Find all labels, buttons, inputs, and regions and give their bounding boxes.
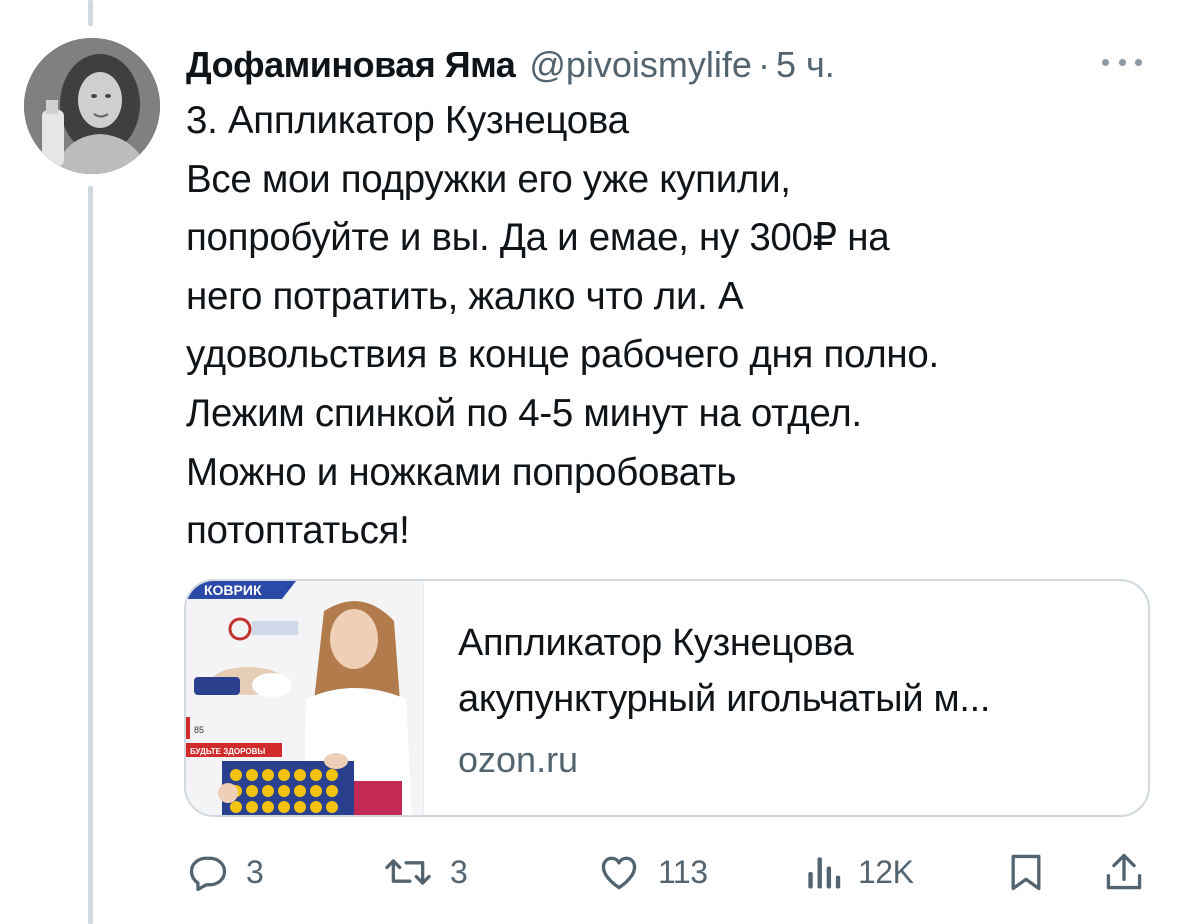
link-card[interactable]: КОВРИК 85 БУДЬТЕ ЗДОРОВЫ Аппликатор Кузн… [184,579,1150,817]
image-badge-count: 85 [194,725,204,735]
more-dot [1135,58,1142,66]
image-caption-top: КОВРИК [204,582,262,598]
link-card-info: Аппликатор Кузнецова акупунктурный иголь… [458,615,1138,793]
tweet-line: потоптаться! [186,509,410,553]
separator-dot: · [757,44,770,85]
repost-count: 3 [450,853,468,890]
tweet-line: него потратить, жалко что ли. А [186,274,744,318]
more-icon[interactable] [1096,44,1148,80]
action-bar: 3 3 113 12K [186,840,1150,904]
author-handle[interactable]: @pivoismylife [529,44,752,86]
avatar[interactable] [24,38,160,174]
tweet-text: 3. Аппликатор Кузнецова Все мои подружки… [186,92,1146,561]
tweet-line: Можно и ножками попробовать [186,450,737,494]
bookmark-icon [1011,854,1041,891]
mat-spikes [230,769,338,813]
thread-line-bottom [88,186,93,924]
link-card-description: акупунктурный игольчатый м... [458,678,991,720]
tweet-timestamp[interactable]: 5 ч. [776,44,835,86]
product-image: КОВРИК 85 БУДЬТЕ ЗДОРОВЫ [186,581,423,815]
thread-line-top [88,0,93,26]
views-button[interactable]: 12K [804,840,914,904]
more-dot [1118,58,1126,66]
more-dot [1102,58,1109,66]
reply-button[interactable]: 3 [186,840,264,904]
tweet-header: Дофаминовая Яма @pivoismylife · 5 ч. [186,40,835,90]
image-badge-slogan: БУДЬТЕ ЗДОРОВЫ [190,747,265,756]
like-count: 113 [658,853,708,890]
link-card-domain: ozon.ru [458,739,579,780]
tweet-line: Лежим спинкой по 4-5 минут на отдел. [186,391,862,435]
repost-button[interactable]: 3 [382,840,468,904]
tweet-line: удовольствия в конце рабочего дня полно. [186,333,939,377]
views-count: 12K [858,853,914,890]
repost-icon [385,859,431,885]
share-button[interactable] [1102,840,1146,904]
share-icon [1106,853,1142,890]
reply-icon [189,856,227,892]
like-button[interactable]: 113 [596,840,708,904]
analytics-icon [808,857,841,889]
tweet-line: Все мои подружки его уже купили, [186,157,791,201]
link-card-title: Аппликатор Кузнецова [458,622,854,664]
avatar-photo [24,38,160,174]
tweet-line: попробуйте и вы. Да и емае, ну 300₽ на [186,216,890,260]
tweet-line: 3. Аппликатор Кузнецова [186,99,629,142]
link-card-image: КОВРИК 85 БУДЬТЕ ЗДОРОВЫ [186,581,424,815]
reply-count: 3 [246,853,264,890]
author-name[interactable]: Дофаминовая Яма [186,44,516,86]
heart-icon [601,856,637,890]
bookmark-button[interactable] [1004,840,1048,904]
